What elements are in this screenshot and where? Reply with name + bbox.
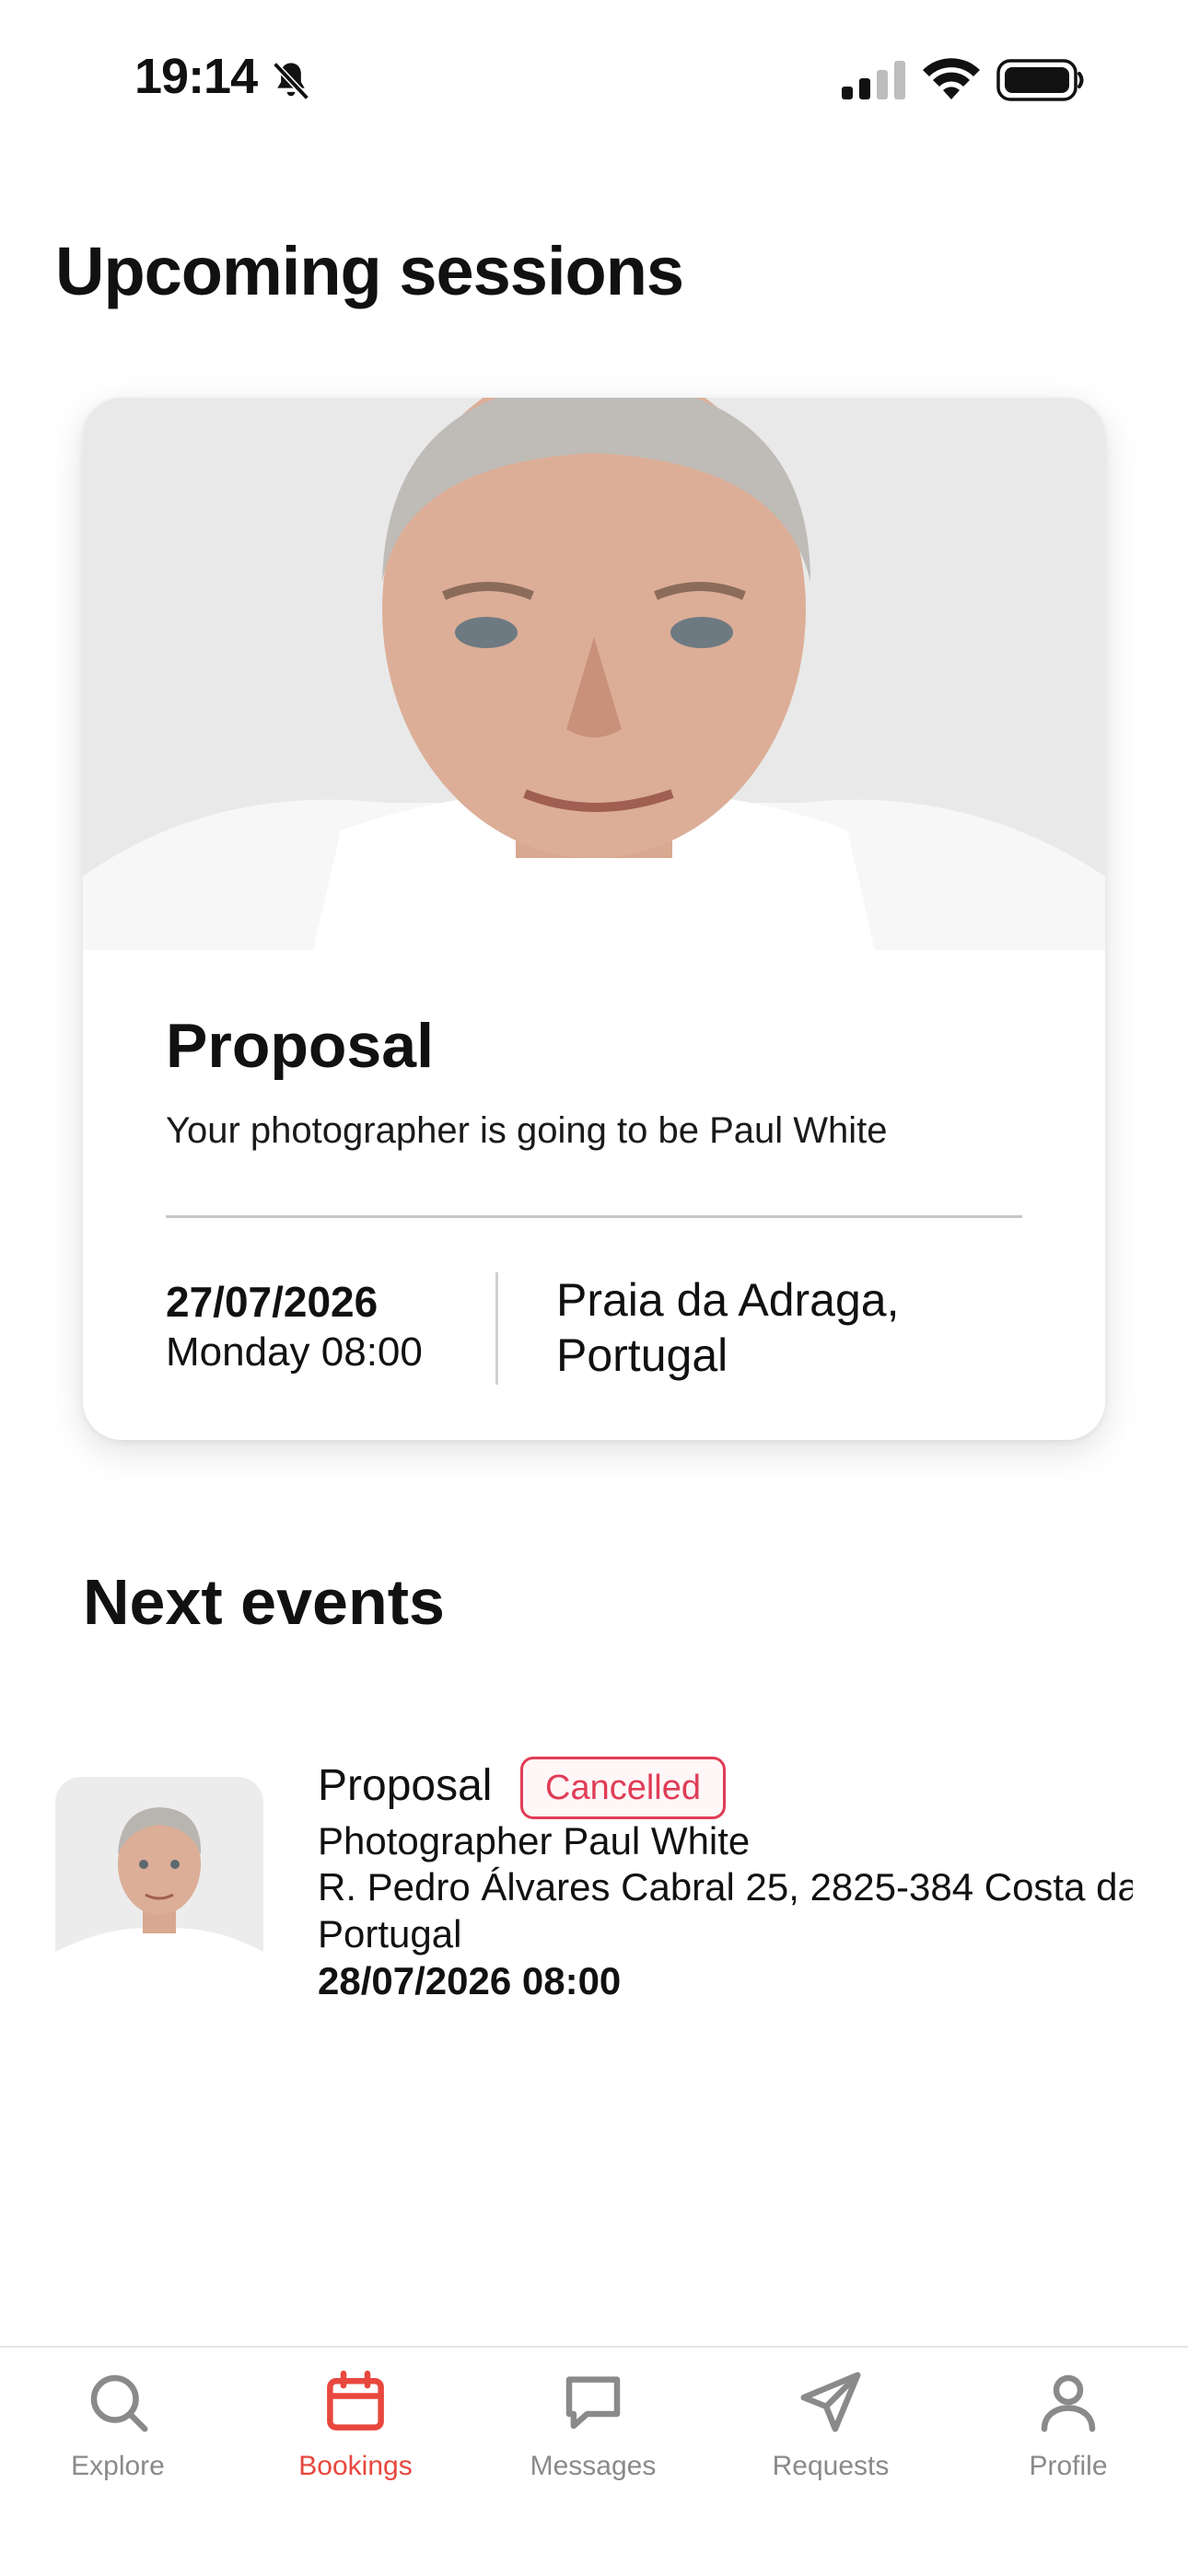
event-country: Portugal	[318, 1912, 462, 1955]
chat-icon	[565, 2376, 621, 2430]
vertical-divider	[495, 1272, 498, 1385]
tab-profile[interactable]: Profile	[976, 2366, 1160, 2482]
event-title: Proposal	[318, 1761, 493, 1810]
tab-requests-label: Requests	[772, 2451, 890, 2481]
battery-icon	[996, 59, 1084, 101]
tab-messages[interactable]: Messages	[501, 2366, 685, 2482]
next-events-title: Next events	[83, 1566, 445, 1638]
tab-profile-label: Profile	[1029, 2451, 1108, 2481]
person-icon	[1041, 2374, 1096, 2432]
status-badge: Cancelled	[520, 1757, 726, 1819]
signal-icon	[842, 61, 905, 99]
bell-slash-icon	[273, 62, 309, 100]
session-title: Proposal	[166, 1011, 434, 1081]
session-location: Praia da Adraga, Portugal	[556, 1274, 900, 1381]
photographer-photo	[83, 398, 1105, 950]
search-icon	[90, 2374, 148, 2432]
tab-requests[interactable]: Requests	[739, 2366, 923, 2482]
tab-bookings[interactable]: Bookings	[263, 2366, 448, 2482]
calendar-icon	[327, 2370, 384, 2431]
send-icon	[800, 2372, 861, 2432]
status-time: 19:14	[134, 49, 258, 104]
session-card[interactable]: Proposal Your photographer is going to b…	[83, 398, 1105, 1440]
page-title: Upcoming sessions	[55, 233, 684, 309]
wifi-icon	[923, 58, 980, 99]
event-datetime: 28/07/2026 08:00	[318, 1959, 622, 2002]
session-subtitle: Your photographer is going to be Paul Wh…	[166, 1110, 888, 1151]
tab-explore[interactable]: Explore	[26, 2366, 210, 2482]
event-thumbnail	[55, 1777, 263, 1985]
tab-bar: Explore Bookings Messages Requests Profi…	[0, 2346, 1188, 2576]
tab-messages-label: Messages	[530, 2451, 657, 2481]
tab-explore-label: Explore	[71, 2451, 165, 2481]
divider	[166, 1215, 1022, 1218]
session-date: 27/07/2026	[166, 1278, 379, 1326]
event-address: R. Pedro Álvares Cabral 25, 2825-384 Cos…	[318, 1865, 1133, 1909]
tab-bookings-label: Bookings	[298, 2451, 413, 2481]
event-photographer: Photographer Paul White	[318, 1819, 751, 1862]
session-day-time: Monday 08:00	[166, 1329, 423, 1375]
